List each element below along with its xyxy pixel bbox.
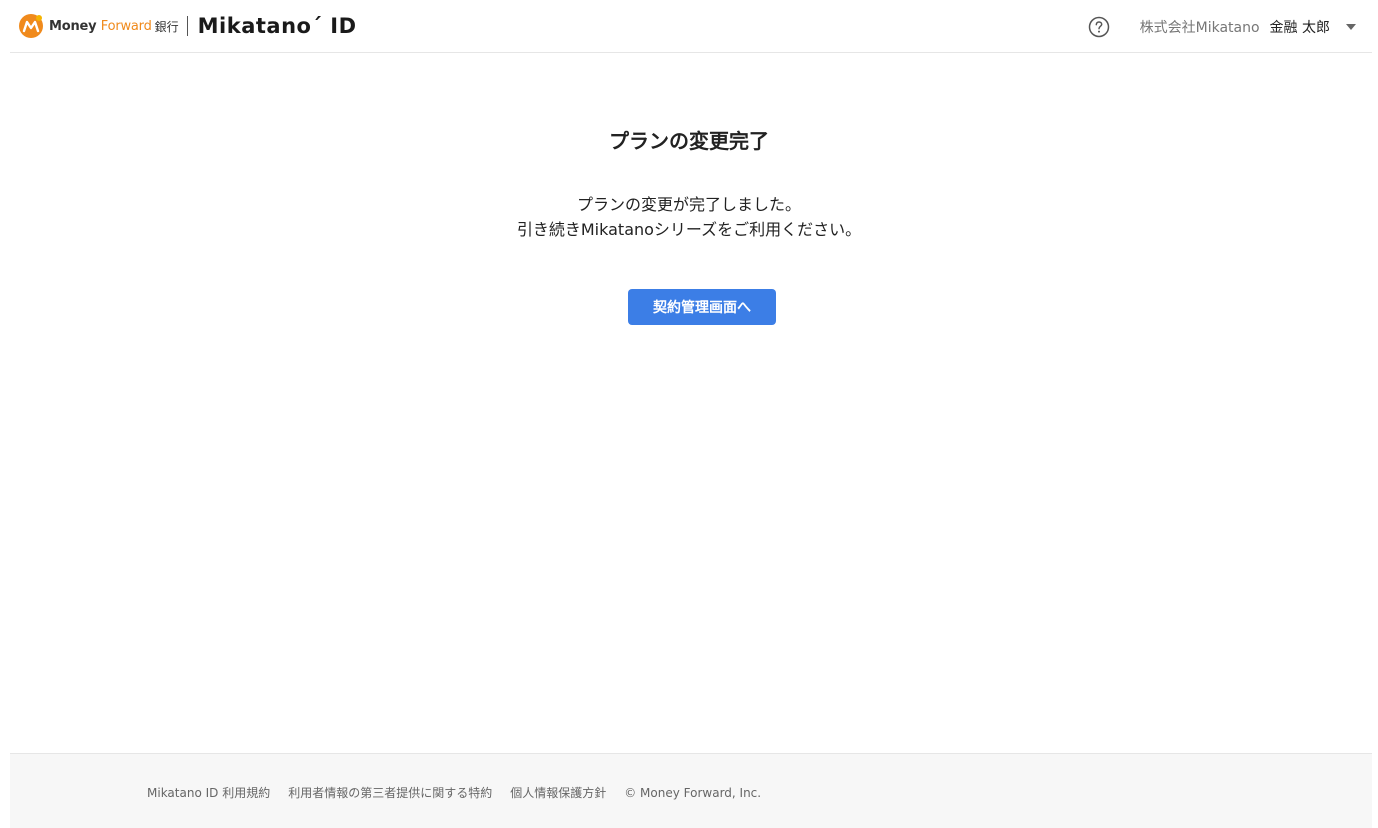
brand-divider: [186, 16, 188, 36]
question-circle-icon[interactable]: [1088, 16, 1110, 38]
footer: Mikatano ID 利用規約 利用者情報の第三者提供に関する特約 個人情報保…: [10, 753, 1372, 828]
footer-link-terms[interactable]: Mikatano ID 利用規約: [147, 784, 270, 801]
footer-link-privacy[interactable]: 個人情報保護方針: [510, 784, 606, 801]
footer-links: Mikatano ID 利用規約 利用者情報の第三者提供に関する特約 個人情報保…: [147, 784, 761, 801]
brand-logo[interactable]: Money Forward 銀行 Mikatano´ ID: [18, 0, 357, 53]
bank-label: 銀行: [154, 19, 179, 34]
copyright-text: © Money Forward, Inc.: [624, 785, 762, 800]
brand-word-forward: Forward: [100, 18, 152, 34]
completion-message: プランの変更が完了しました。 引き続きMikatanoシリーズをご利用ください。: [0, 192, 1378, 242]
page-title: プランの変更完了: [609, 129, 769, 153]
money-forward-logo-icon: [19, 14, 43, 38]
top-header: Money Forward 銀行 Mikatano´ ID 株式会社Mikata…: [10, 0, 1372, 53]
caret-down-icon[interactable]: [1346, 23, 1356, 30]
brand-word-money: Money: [49, 18, 97, 34]
footer-link-third-party[interactable]: 利用者情報の第三者提供に関する特約: [288, 784, 492, 801]
message-line-2: 引き続きMikatanoシリーズをご利用ください。: [516, 220, 862, 239]
main-content: プランの変更完了 プランの変更が完了しました。 引き続きMikatanoシリーズ…: [0, 53, 1378, 753]
user-name[interactable]: 金融 太郎: [1270, 17, 1330, 37]
message-line-1: プランの変更が完了しました。: [576, 195, 801, 214]
mikatano-id-logo: Mikatano´ ID: [197, 14, 357, 38]
money-forward-wordmark: Money Forward: [49, 19, 152, 34]
page: Money Forward 銀行 Mikatano´ ID 株式会社Mikata…: [0, 0, 1378, 828]
company-name: 株式会社Mikatano: [1139, 19, 1260, 36]
header-user-area: 株式会社Mikatano 金融 太郎: [1088, 0, 1356, 53]
contract-management-button[interactable]: 契約管理画面へ: [628, 289, 776, 325]
